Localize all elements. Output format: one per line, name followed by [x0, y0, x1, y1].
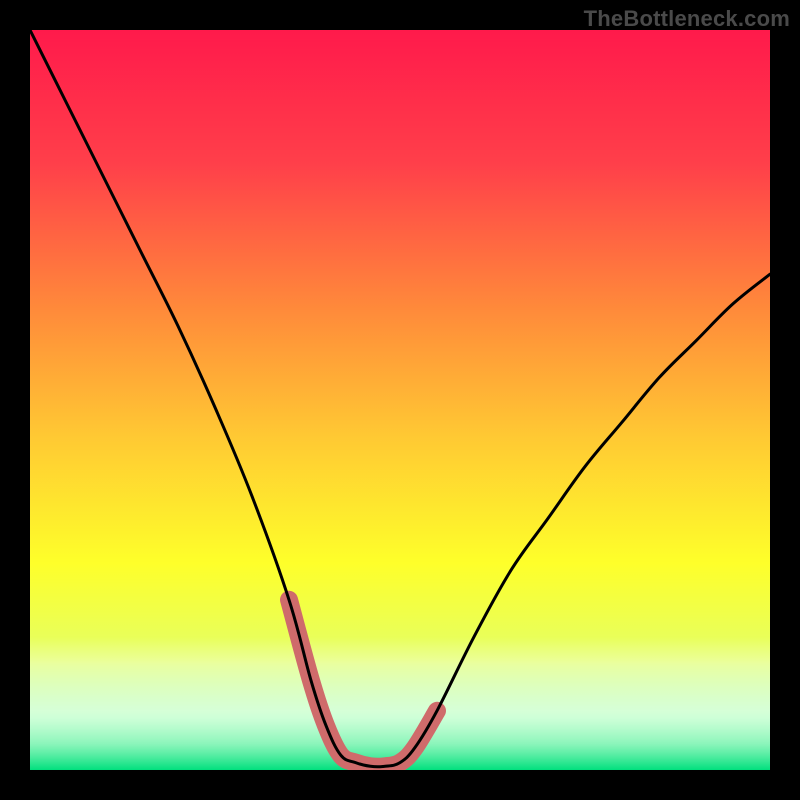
- bottom-pale-band: [30, 637, 770, 770]
- bottleneck-curve-chart: [30, 30, 770, 770]
- watermark-text: TheBottleneck.com: [584, 6, 790, 32]
- chart-plot-area: [30, 30, 770, 770]
